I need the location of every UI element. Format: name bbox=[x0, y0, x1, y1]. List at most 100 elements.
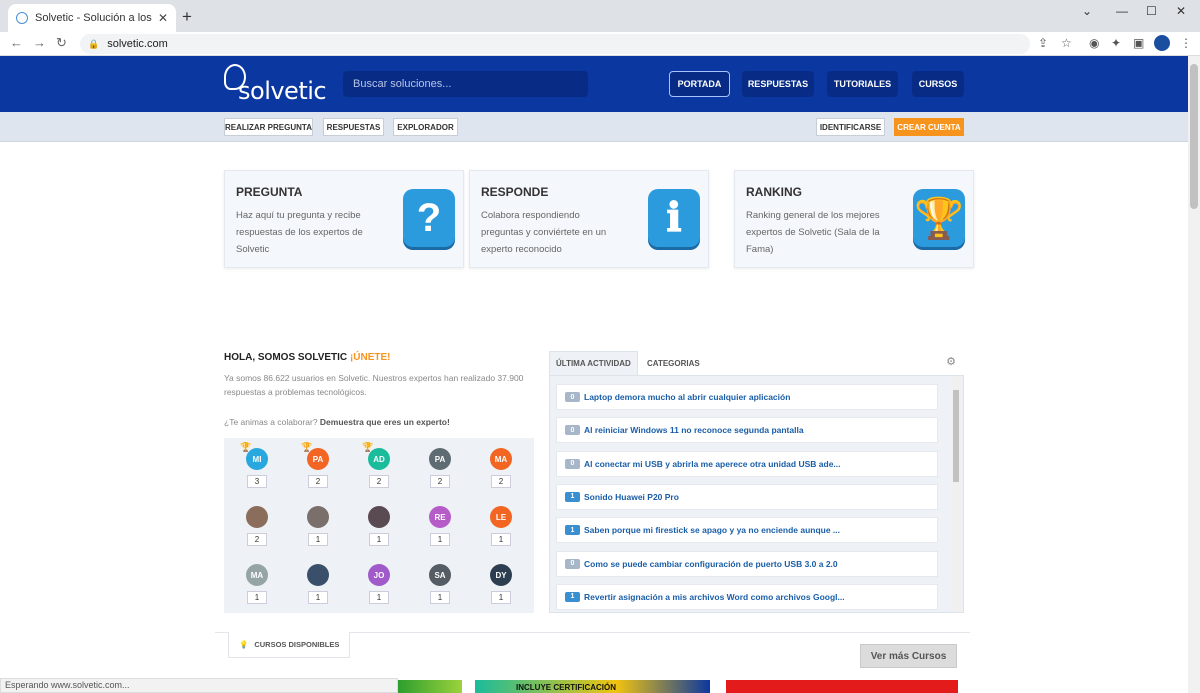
card-responde[interactable]: RESPONDE Colabora respondiendo preguntas… bbox=[469, 170, 709, 268]
avatar[interactable]: JO bbox=[368, 564, 390, 586]
answer-count: 2 bbox=[491, 475, 511, 488]
top-user[interactable]: PA 🏆 2 bbox=[297, 442, 337, 500]
activity-title[interactable]: Saben porque mi firestick se apago y ya … bbox=[584, 525, 840, 535]
top-user[interactable]: SA 1 bbox=[419, 564, 459, 616]
tab-search-icon[interactable]: ⌄ bbox=[1082, 4, 1092, 18]
search-input[interactable]: Buscar soluciones... bbox=[343, 71, 588, 97]
activity-item[interactable]: 1 Revertir asignación a mis archivos Word… bbox=[556, 583, 938, 610]
answer-count-badge: 1 bbox=[565, 525, 580, 536]
bookmark-star-icon[interactable]: ☆ bbox=[1061, 36, 1072, 50]
top-user[interactable]: 1 bbox=[297, 564, 337, 616]
tab-ultima-actividad[interactable]: ÚLTIMA ACTIVIDAD bbox=[549, 351, 638, 375]
activity-item[interactable]: 0 Como se puede cambiar configuración de … bbox=[556, 550, 938, 577]
browser-tab[interactable]: Solvetic - Solución a los problem ✕ bbox=[8, 4, 176, 32]
create-account-button[interactable]: CREAR CUENTA bbox=[894, 118, 964, 136]
avatar[interactable] bbox=[246, 506, 268, 528]
community-cta: ¿Te animas a colaborar? Demuestra que er… bbox=[224, 417, 450, 427]
activity-item[interactable]: 0 Al reiniciar Windows 11 no reconoce seg… bbox=[556, 417, 938, 444]
activity-item[interactable]: 0 Al conectar mi USB y abrirla me aperece… bbox=[556, 450, 938, 477]
avatar[interactable]: DY bbox=[490, 564, 512, 586]
top-user[interactable]: MA 1 bbox=[236, 564, 276, 616]
avatar[interactable]: MA bbox=[490, 448, 512, 470]
minimize-icon[interactable]: — bbox=[1116, 4, 1128, 18]
close-window-icon[interactable]: ✕ bbox=[1176, 4, 1186, 18]
maximize-icon[interactable]: ☐ bbox=[1146, 4, 1157, 18]
avatar[interactable] bbox=[307, 506, 329, 528]
ask-question-button[interactable]: REALIZAR PREGUNTA bbox=[224, 118, 313, 136]
sub-navbar: REALIZAR PREGUNTA RESPUESTAS EXPLORADOR … bbox=[0, 112, 1188, 142]
avatar[interactable] bbox=[307, 564, 329, 586]
top-user[interactable]: PA 2 bbox=[419, 448, 459, 500]
activity-title[interactable]: Sonido Huawei P20 Pro bbox=[584, 492, 679, 502]
camera-icon[interactable]: ◉ bbox=[1089, 36, 1099, 50]
page-scrollbar[interactable] bbox=[1188, 56, 1200, 693]
favicon-icon bbox=[16, 12, 28, 24]
avatar[interactable]: RE bbox=[429, 506, 451, 528]
top-user[interactable]: LE 1 bbox=[480, 506, 520, 558]
activity-item[interactable]: 0 Laptop demora mucho al abrir cualquier … bbox=[556, 384, 938, 410]
avatar[interactable]: SA bbox=[429, 564, 451, 586]
top-user[interactable]: 1 bbox=[358, 506, 398, 558]
login-button[interactable]: IDENTIFICARSE bbox=[816, 118, 885, 136]
card-title: RESPONDE bbox=[481, 185, 549, 199]
answer-count: 1 bbox=[430, 533, 450, 546]
activity-title[interactable]: Laptop demora mucho al abrir cualquier a… bbox=[584, 392, 790, 402]
avatar[interactable]: LE bbox=[490, 506, 512, 528]
forward-icon[interactable]: → bbox=[33, 35, 46, 50]
card-pregunta[interactable]: PREGUNTA Haz aquí tu pregunta y recibe r… bbox=[224, 170, 464, 268]
course-card-3[interactable] bbox=[726, 680, 958, 693]
activity-title[interactable]: Al reiniciar Windows 11 no reconoce segu… bbox=[584, 425, 804, 435]
activity-title[interactable]: Como se puede cambiar configuración de p… bbox=[584, 559, 838, 569]
nav-cursos[interactable]: CURSOS bbox=[912, 71, 964, 97]
close-tab-icon[interactable]: ✕ bbox=[158, 11, 168, 25]
answer-count: 1 bbox=[308, 533, 328, 546]
avatar[interactable]: PA bbox=[429, 448, 451, 470]
answer-count: 1 bbox=[430, 591, 450, 604]
answer-count: 1 bbox=[247, 591, 267, 604]
avatar[interactable] bbox=[368, 506, 390, 528]
site-header: solvetic Buscar soluciones... PORTADA RE… bbox=[0, 56, 1188, 112]
tab-categorias[interactable]: CATEGORIAS bbox=[641, 351, 706, 375]
answer-count-badge: 0 bbox=[565, 558, 580, 569]
trophy-icon: 🏆 bbox=[362, 442, 374, 452]
url-field[interactable]: 🔒 solvetic.com bbox=[80, 34, 1030, 54]
activity-scrollbar[interactable] bbox=[951, 376, 961, 612]
top-user[interactable]: AD 🏆 2 bbox=[358, 442, 398, 500]
more-courses-button[interactable]: Ver más Cursos bbox=[860, 644, 957, 668]
top-user[interactable]: 2 bbox=[236, 506, 276, 558]
join-link[interactable]: ¡ÚNETE! bbox=[350, 352, 391, 363]
lock-icon: 🔒 bbox=[88, 38, 100, 49]
answers-button[interactable]: RESPUESTAS bbox=[323, 118, 384, 136]
top-user[interactable]: 1 bbox=[297, 506, 337, 558]
activity-title[interactable]: Al conectar mi USB y abrirla me aperece … bbox=[584, 459, 841, 469]
activity-item[interactable]: 1 Saben porque mi firestick se apago y ya… bbox=[556, 517, 938, 544]
extensions-icon[interactable]: ✦ bbox=[1111, 36, 1121, 50]
menu-icon[interactable]: ⋮ bbox=[1180, 36, 1192, 50]
top-user[interactable]: DY 1 bbox=[480, 564, 520, 616]
courses-tab[interactable]: 💡 CURSOS DISPONIBLES bbox=[228, 632, 351, 658]
top-user[interactable]: RE 1 bbox=[419, 506, 459, 558]
nav-tutoriales[interactable]: TUTORIALES bbox=[827, 71, 898, 97]
nav-respuestas[interactable]: RESPUESTAS bbox=[742, 71, 814, 97]
new-tab-icon[interactable]: + bbox=[182, 7, 192, 27]
profile-avatar[interactable] bbox=[1154, 35, 1170, 51]
nav-portada[interactable]: PORTADA bbox=[669, 71, 730, 97]
answer-count: 2 bbox=[247, 533, 267, 546]
sidepanel-icon[interactable]: ▣ bbox=[1133, 36, 1144, 50]
top-user[interactable]: MA 2 bbox=[480, 448, 520, 500]
reload-icon[interactable]: ↻ bbox=[56, 35, 67, 51]
course-card-1[interactable] bbox=[398, 680, 462, 693]
activity-item[interactable]: 1 Sonido Huawei P20 Pro bbox=[556, 483, 938, 510]
top-user[interactable]: MI 🏆 3 bbox=[236, 442, 276, 500]
gear-icon[interactable]: ⚙ bbox=[946, 355, 956, 368]
share-icon[interactable]: ⇪ bbox=[1038, 36, 1048, 50]
top-users-grid: MI 🏆 3 PA 🏆 2 AD 🏆 2 PA 2 MA 2 2 1 1 RE 1 LE 1 MA 1 1 JO 1 SA 1 DY 1 bbox=[224, 438, 534, 613]
avatar[interactable]: MA bbox=[246, 564, 268, 586]
answer-count: 2 bbox=[369, 475, 389, 488]
top-user[interactable]: JO 1 bbox=[358, 564, 398, 616]
back-icon[interactable]: ← bbox=[10, 35, 23, 50]
card-ranking[interactable]: RANKING Ranking general de los mejores e… bbox=[734, 170, 974, 268]
explorer-button[interactable]: EXPLORADOR bbox=[393, 118, 458, 136]
activity-title[interactable]: Revertir asignación a mis archivos Word … bbox=[584, 592, 845, 602]
community-intro: Ya somos 86.622 usuarios en Solvetic. Nu… bbox=[224, 373, 524, 397]
